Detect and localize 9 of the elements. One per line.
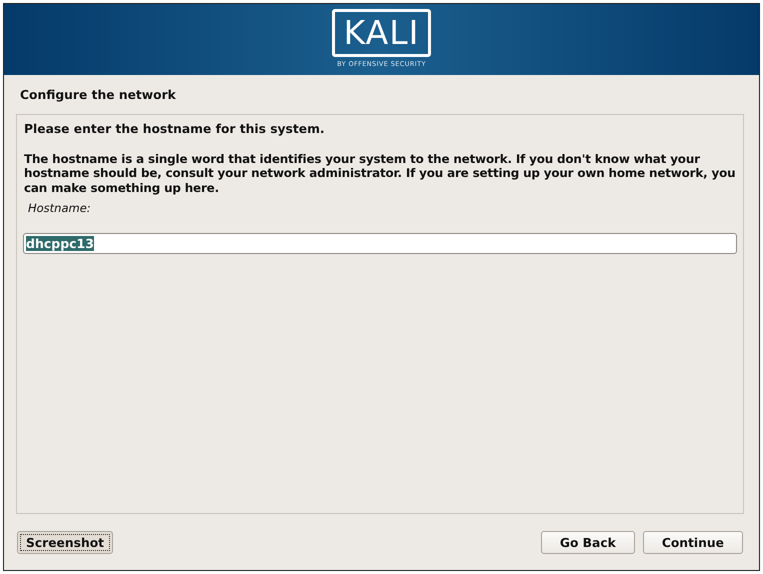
prompt-heading: Please enter the hostname for this system. [24, 121, 326, 138]
prompt-description: The hostname is a single word that identifies your system to the network. If you don't know what your hostname should be, consult your network administrator. If you are setting up your own home network, you can make something up here. [24, 152, 736, 196]
hostname-field[interactable]: dhcppc13 [23, 232, 737, 254]
field-label: Hostname: [28, 200, 92, 218]
logo-text: KALI [332, 9, 432, 58]
button[interactable]: Continue [642, 530, 743, 554]
button[interactable]: Go Back [540, 530, 635, 554]
button[interactable]: Screenshot [17, 530, 114, 554]
page-title: Configure the network [20, 87, 177, 104]
